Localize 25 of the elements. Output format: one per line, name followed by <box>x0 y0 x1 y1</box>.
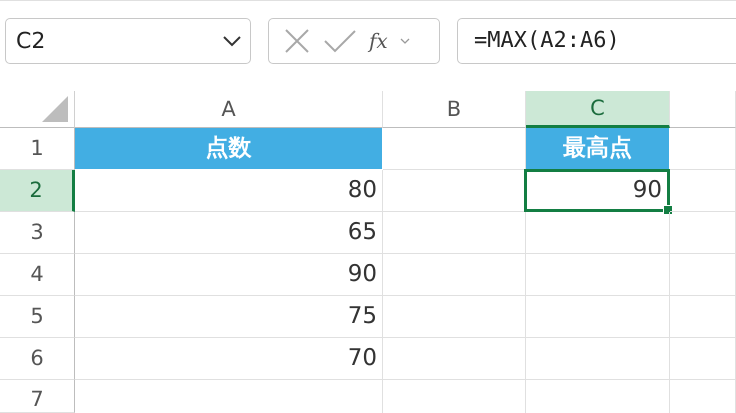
check-icon[interactable] <box>323 28 357 54</box>
formula-field[interactable]: =MAX(A2:A6) <box>457 18 736 64</box>
row-header[interactable]: 3 <box>0 212 75 254</box>
fill-handle[interactable] <box>663 205 673 215</box>
row-header[interactable]: 7 <box>0 380 75 413</box>
select-all-icon[interactable] <box>42 96 68 122</box>
table-cell: 90 <box>524 169 670 212</box>
row-header[interactable]: 6 <box>0 338 75 380</box>
table-cell: 80 <box>75 170 383 212</box>
row-header[interactable]: 5 <box>0 296 75 338</box>
table-cell: 90 <box>75 254 383 296</box>
header-cell: 点数 <box>75 128 383 170</box>
row-header[interactable]: 4 <box>0 254 75 296</box>
column-header[interactable] <box>670 91 736 128</box>
insert-function-button[interactable]: fx <box>369 29 388 53</box>
cell-reference: C2 <box>16 28 46 54</box>
column-header[interactable]: C <box>526 91 670 128</box>
chevron-down-icon[interactable] <box>222 35 242 47</box>
name-box[interactable]: C2 <box>5 18 251 64</box>
cancel-icon[interactable] <box>283 27 311 55</box>
header-cell: 最高点 <box>526 128 670 170</box>
table-cell: 75 <box>75 296 383 338</box>
table-cell: 65 <box>75 212 383 254</box>
row-header[interactable]: 2 <box>0 170 75 212</box>
table-cell: 70 <box>75 338 383 380</box>
